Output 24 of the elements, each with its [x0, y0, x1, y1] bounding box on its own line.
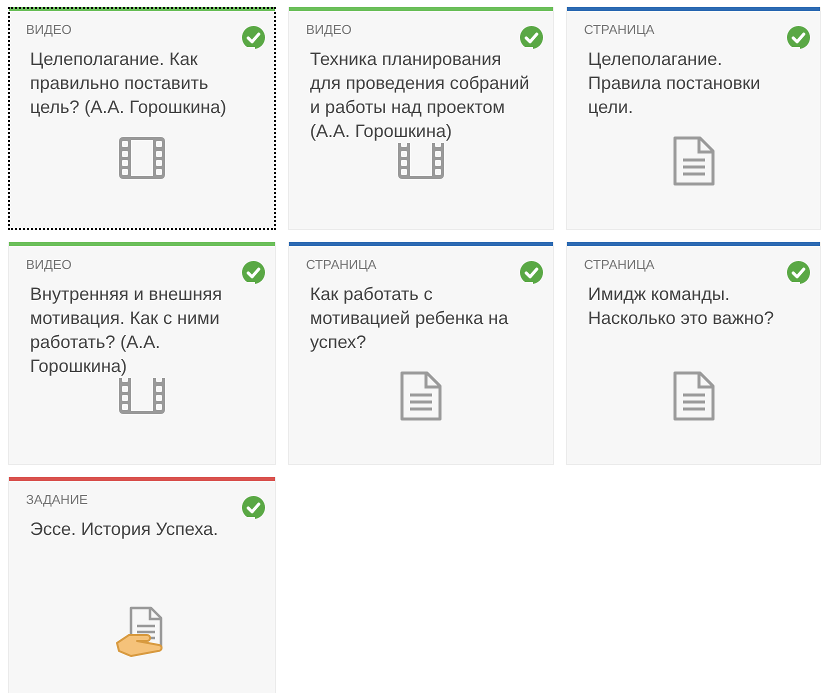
type-label: СТРАНИЦА [584, 22, 654, 38]
card-title: Техника планирования для проведения собраний и работы над проектом (А.А. Горошкина) [310, 47, 533, 143]
type-label: ЗАДАНИЕ [26, 492, 88, 508]
film-icon [117, 135, 167, 181]
type-label: СТРАНИЦА [584, 257, 654, 273]
card-title: Как работать с мотивацией ребенка на успех? [310, 282, 533, 354]
lesson-card[interactable]: ВИДЕО Техника планирования для проведения собраний и работы над проектом (А.А. Горошкина) [288, 7, 554, 230]
type-label: ВИДЕО [306, 22, 352, 38]
type-label: ВИДЕО [26, 22, 72, 38]
document-icon [399, 370, 443, 422]
type-label: ВИДЕО [26, 257, 72, 273]
document-icon [672, 370, 716, 422]
type-label: СТРАНИЦА [306, 257, 376, 273]
document-icon [672, 135, 716, 187]
lesson-card[interactable]: ВИДЕО Целеполагание. Как правильно поставить цель? (А.А. Горошкина) [8, 7, 276, 230]
lesson-card[interactable]: ВИДЕО Внутренняя и внешняя мотивация. Как с ними работать? (А.А. Горошкина) [8, 242, 276, 465]
lesson-card[interactable]: ЗАДАНИЕ Эссе. История Успеха. [8, 477, 276, 693]
lesson-card[interactable]: СТРАНИЦА Имидж команды. Насколько это важно? [566, 242, 821, 465]
card-title: Целеполагание. Правила постановки цели. [588, 47, 800, 119]
card-title: Эссе. История Успеха. [30, 517, 255, 541]
card-title: Внутренняя и внешняя мотивация. Как с ними работать? (А.А. Горошкина) [30, 282, 255, 378]
lesson-card[interactable]: СТРАНИЦА Как работать с мотивацией ребенка на успех? [288, 242, 554, 465]
lesson-card[interactable]: СТРАНИЦА Целеполагание. Правила постановки цели. [566, 7, 821, 230]
card-title: Целеполагание. Как правильно поставить цель? (А.А. Горошкина) [30, 47, 255, 119]
